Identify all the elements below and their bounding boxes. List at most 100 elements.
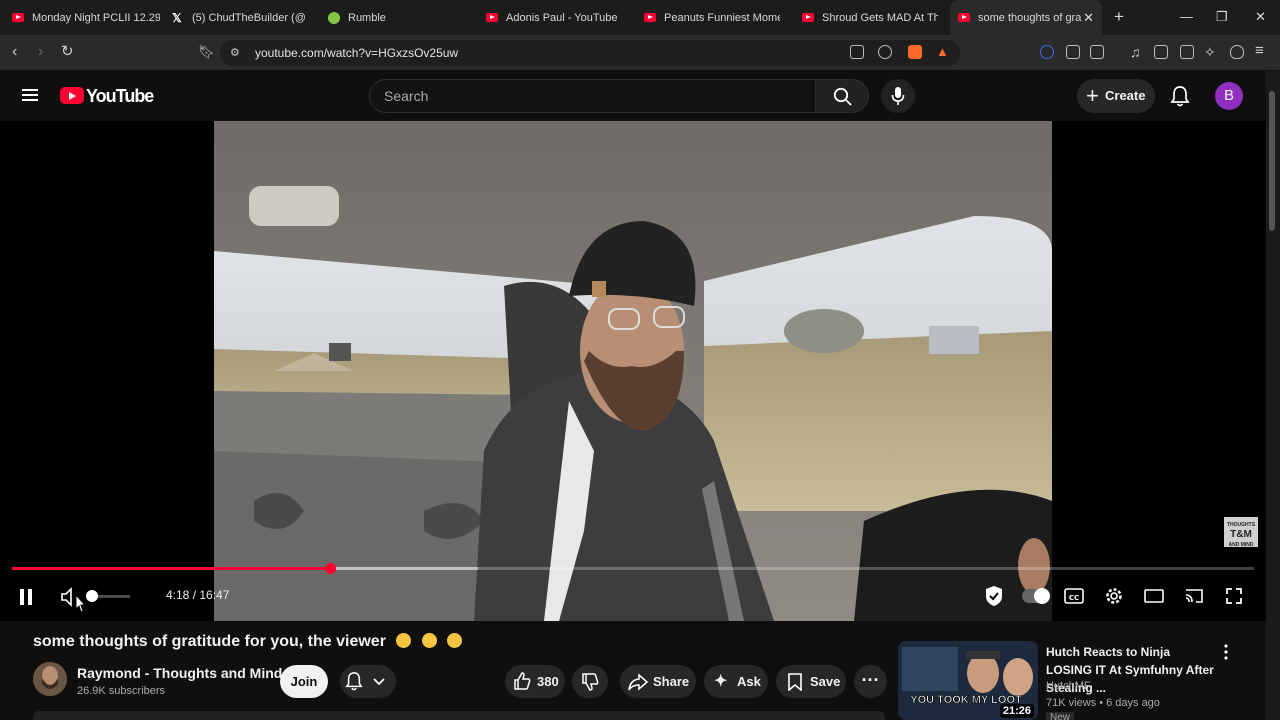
tab-title: Monday Night PCLII 12.29 <box>32 11 160 24</box>
bookmark-icon[interactable]: 🔖︎ <box>198 44 215 60</box>
brave-shields-icon[interactable] <box>908 45 922 59</box>
video-player[interactable]: THOUGHTS T&M AND MIND 4:18 / 16:47 CC <box>0 121 1266 621</box>
site-settings-icon[interactable]: ⚙ <box>230 46 240 59</box>
browser-tab-1[interactable]: Monday Night PCLII 12.29 <box>12 0 160 35</box>
ad-block-shield-icon[interactable] <box>985 585 1003 607</box>
channel-avatar[interactable] <box>33 662 67 696</box>
channel-name[interactable]: Raymond - Thoughts and Mind <box>77 665 282 681</box>
screenshot-icon[interactable] <box>1090 45 1104 59</box>
share-page-icon[interactable] <box>878 45 892 59</box>
channel-watermark[interactable]: THOUGHTS T&M AND MIND <box>1224 517 1258 548</box>
youtube-icon <box>802 13 814 22</box>
youtube-icon <box>644 13 656 22</box>
captions-icon[interactable]: CC <box>1064 587 1084 605</box>
media-icon[interactable]: ♫ <box>1130 44 1141 60</box>
cast-icon[interactable] <box>1184 587 1204 605</box>
youtube-icon <box>12 13 24 22</box>
browser-tab-bar: Monday Night PCLII 12.29 𝕏 (5) ChudTheBu… <box>0 0 1280 35</box>
ask-label: Ask <box>737 674 761 689</box>
minimize-icon[interactable]: — <box>1180 9 1193 24</box>
video-frame[interactable] <box>214 121 1052 621</box>
leo-ai-icon[interactable]: ✧ <box>1204 44 1216 61</box>
browser-tab-5[interactable]: Peanuts Funniest Moment <box>644 0 780 35</box>
wallet-icon[interactable] <box>1180 45 1194 59</box>
youtube-icon <box>958 13 970 22</box>
guide-menu-icon[interactable] <box>22 89 38 101</box>
create-button[interactable]: + Create <box>1077 79 1155 113</box>
address-bar-row: ‹ › ↻ 🔖︎ youtube.com/watch?v=HGxzsOv25uw… <box>0 35 1280 71</box>
browser-tab-3[interactable]: Rumble <box>328 0 468 35</box>
tab-title: some thoughts of gra <box>978 11 1082 24</box>
brave-rewards-icon[interactable]: ▲ <box>936 44 949 59</box>
page-scrollbar[interactable] <box>1266 71 1280 720</box>
close-tab-icon[interactable]: ✕ <box>1083 10 1094 26</box>
chevron-down-icon <box>373 678 385 686</box>
autoplay-toggle[interactable] <box>1022 588 1050 604</box>
settings-gear-icon[interactable] <box>1104 586 1124 606</box>
forward-icon[interactable]: › <box>38 43 43 61</box>
plus-icon: + <box>1086 83 1099 108</box>
join-button[interactable]: Join <box>280 665 328 698</box>
share-label: Share <box>653 674 690 689</box>
tab-title: Rumble <box>348 11 386 24</box>
recommended-video-thumbnail[interactable]: YOU TOOK MY LOOT 21:26 <box>898 641 1038 720</box>
recommended-channel[interactable]: HutchMF <box>1046 680 1091 692</box>
smiling-emoji-icon <box>396 633 412 648</box>
create-label: Create <box>1105 88 1146 103</box>
search-placeholder: Search <box>384 88 429 104</box>
sparkle-icon: ✦ <box>714 673 728 690</box>
youtube-logo-text[interactable]: YouTube <box>86 86 154 107</box>
like-button[interactable]: 380 <box>505 665 565 698</box>
browser-tab-active[interactable]: some thoughts of gra ✕ <box>950 0 1102 35</box>
channel-avatar-image <box>33 662 67 696</box>
back-icon[interactable]: ‹ <box>12 43 17 61</box>
tab-title: Adonis Paul - YouTube <box>506 11 618 24</box>
browser-tab-2[interactable]: 𝕏 (5) ChudTheBuilder (@Chu <box>172 0 306 35</box>
more-actions-button[interactable]: ··· <box>854 665 887 698</box>
voice-search-button[interactable] <box>881 79 915 113</box>
theater-mode-icon[interactable] <box>1144 587 1164 605</box>
svg-text:CC: CC <box>1069 594 1079 602</box>
thumbs-up-icon <box>514 672 531 690</box>
browser-tab-6[interactable]: Shroud Gets MAD At The <box>802 0 938 35</box>
dislike-button[interactable] <box>572 665 608 698</box>
menu-icon[interactable]: ≡ <box>1255 42 1264 59</box>
progress-bar[interactable] <box>12 563 1254 574</box>
autoplay-knob <box>1034 588 1050 604</box>
close-window-icon[interactable]: ✕ <box>1255 9 1266 25</box>
vpn-icon[interactable] <box>1230 45 1244 59</box>
extension-globe-icon[interactable] <box>1040 45 1054 59</box>
share-button[interactable]: Share <box>620 665 696 698</box>
notifications-bell-icon[interactable] <box>1170 85 1190 107</box>
search-input[interactable]: Search <box>369 79 816 113</box>
thumbs-down-icon <box>582 673 599 691</box>
scrollbar-thumb[interactable] <box>1269 91 1275 231</box>
pause-icon[interactable] <box>18 588 34 606</box>
video-title-text: some thoughts of gratitude for you, the … <box>33 633 386 650</box>
ask-button[interactable]: ✦ Ask <box>704 665 768 698</box>
account-avatar[interactable]: B <box>1215 82 1243 110</box>
cast-page-icon[interactable] <box>850 45 864 59</box>
fullscreen-icon[interactable] <box>1225 587 1243 605</box>
youtube-icon <box>486 13 498 22</box>
recommended-duration: 21:26 <box>999 704 1034 718</box>
url-field[interactable]: youtube.com/watch?v=HGxzsOv25uw <box>220 40 960 66</box>
tab-title: Peanuts Funniest Moment <box>664 11 780 24</box>
reload-icon[interactable]: ↻ <box>61 42 74 60</box>
subscription-notifications-button[interactable] <box>340 665 396 698</box>
sidebar-icon[interactable] <box>1154 45 1168 59</box>
video-scene-image <box>214 121 1052 621</box>
new-tab-icon[interactable]: + <box>1114 7 1124 27</box>
browser-tab-4[interactable]: Adonis Paul - YouTube <box>486 0 630 35</box>
watermark-mid: T&M <box>1230 529 1252 540</box>
save-button[interactable]: Save <box>776 665 846 698</box>
extensions-icon[interactable] <box>1066 45 1080 59</box>
more-vertical-icon[interactable] <box>1223 644 1229 660</box>
description-box[interactable] <box>33 711 885 720</box>
youtube-logo-icon[interactable] <box>60 87 84 104</box>
watermark-bottom: AND MIND <box>1228 542 1254 548</box>
time-display: 4:18 / 16:47 <box>166 588 230 602</box>
mouse-cursor-icon <box>75 593 87 613</box>
search-button[interactable] <box>815 79 869 113</box>
restore-icon[interactable]: ❐ <box>1216 9 1228 25</box>
